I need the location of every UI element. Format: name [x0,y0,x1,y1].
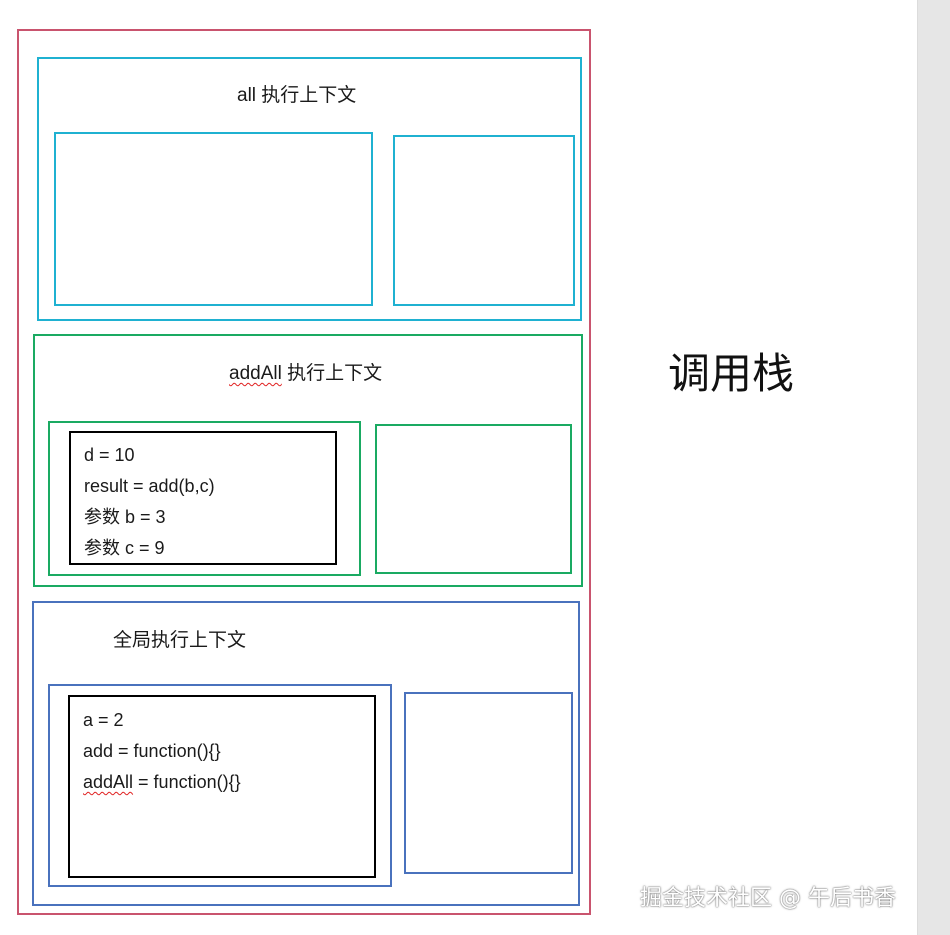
watermark: 掘金技术社区 @ 午后书香 [640,886,896,911]
global-var-addAll: addAll = function(){} [83,767,241,798]
addAll-variables-list: d = 10 result = add(b,c) 参数 b = 3 参数 c =… [84,440,215,564]
global-var-a: a = 2 [83,710,124,730]
addAll-var-d: d = 10 [84,445,135,465]
scrollbar[interactable] [917,0,950,935]
addAll-scope-box [375,424,572,574]
addAll-param-c: 参数 c = 9 [84,538,165,558]
addAll-param-b: 参数 b = 3 [84,507,166,527]
call-stack-label: 调用栈 [668,349,795,398]
global-scope-box [404,692,573,874]
addAll-var-result: result = add(b,c) [84,476,215,496]
all-context-title: all 执行上下文 [237,85,357,106]
all-variable-box [54,132,373,306]
addAll-context-title: addAll 执行上下文 [229,358,382,385]
global-context-title: 全局执行上下文 [113,629,247,651]
all-scope-box [393,135,575,306]
addAll-title-suffix: 执行上下文 [281,363,383,384]
global-variables-list: a = 2 add = function(){} addAll = functi… [83,705,241,798]
addAll-title-name: addAll [229,363,282,384]
global-var-add: add = function(){} [83,741,221,761]
global-var-addAll-name: addAll [83,772,134,792]
global-var-addAll-rest: = function(){} [133,772,241,792]
